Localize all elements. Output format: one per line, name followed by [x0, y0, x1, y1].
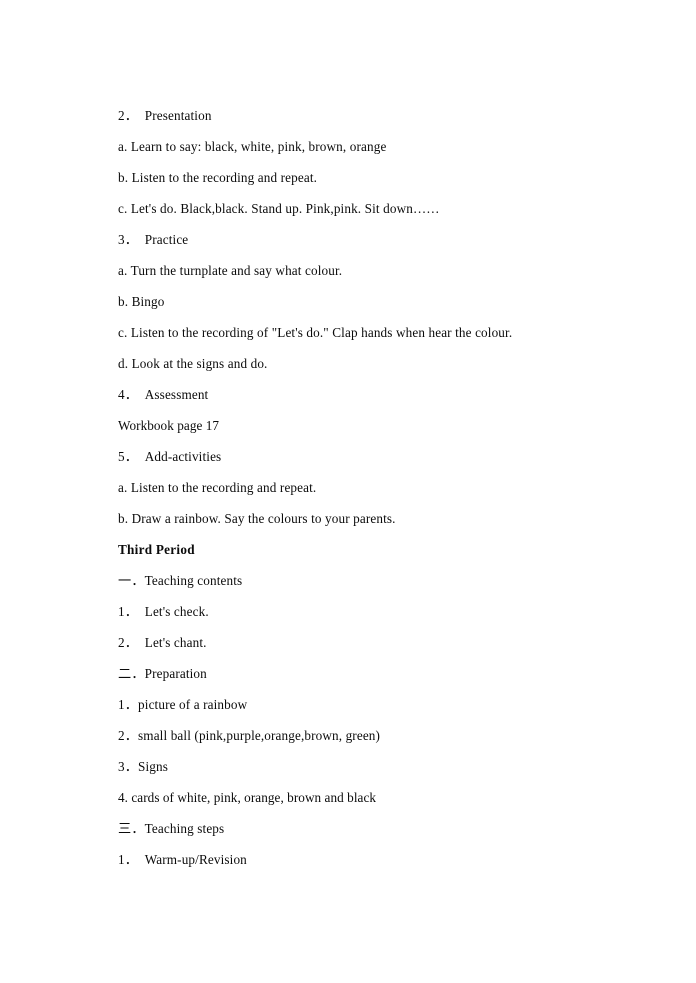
- document-body: 2． Presentation a. Learn to say: black, …: [0, 100, 696, 875]
- text-line: 4. cards of white, pink, orange, brown a…: [118, 790, 377, 805]
- text-line: b. Draw a rainbow. Say the colours to yo…: [118, 511, 396, 526]
- text-line: a. Learn to say: black, white, pink, bro…: [118, 139, 387, 154]
- text-line: 2． Let's chant.: [118, 635, 207, 650]
- text-line: d. Look at the signs and do.: [118, 356, 268, 371]
- text-line: 2． Presentation: [118, 108, 212, 123]
- text-line: 1． Warm-up/Revision: [118, 852, 247, 867]
- text-line: 2．small ball (pink,purple,orange,brown, …: [118, 728, 381, 743]
- document-page: 2． Presentation a. Learn to say: black, …: [0, 0, 696, 983]
- text-line: 5． Add-activities: [118, 449, 222, 464]
- text-line: a. Turn the turnplate and say what colou…: [118, 263, 343, 278]
- text-line: 3．Signs: [118, 759, 169, 774]
- text-line: 3． Practice: [118, 232, 189, 247]
- text-line: 1． Let's check.: [118, 604, 209, 619]
- text-line: Workbook page 17: [118, 418, 220, 433]
- text-line: c. Let's do. Black,black. Stand up. Pink…: [118, 201, 440, 216]
- text-line: a. Listen to the recording and repeat.: [118, 480, 317, 495]
- text-line: 1．picture of a rainbow: [118, 697, 248, 712]
- text-line: 4． Assessment: [118, 387, 209, 402]
- text-line: 一．Teaching contents: [118, 573, 243, 588]
- text-line: 三．Teaching steps: [118, 821, 225, 836]
- text-line: b. Listen to the recording and repeat.: [118, 170, 318, 185]
- text-line: 二．Preparation: [118, 666, 207, 681]
- text-line: c. Listen to the recording of "Let's do.…: [118, 325, 513, 340]
- text-line: b. Bingo: [118, 294, 165, 309]
- section-heading: Third Period: [118, 542, 195, 557]
